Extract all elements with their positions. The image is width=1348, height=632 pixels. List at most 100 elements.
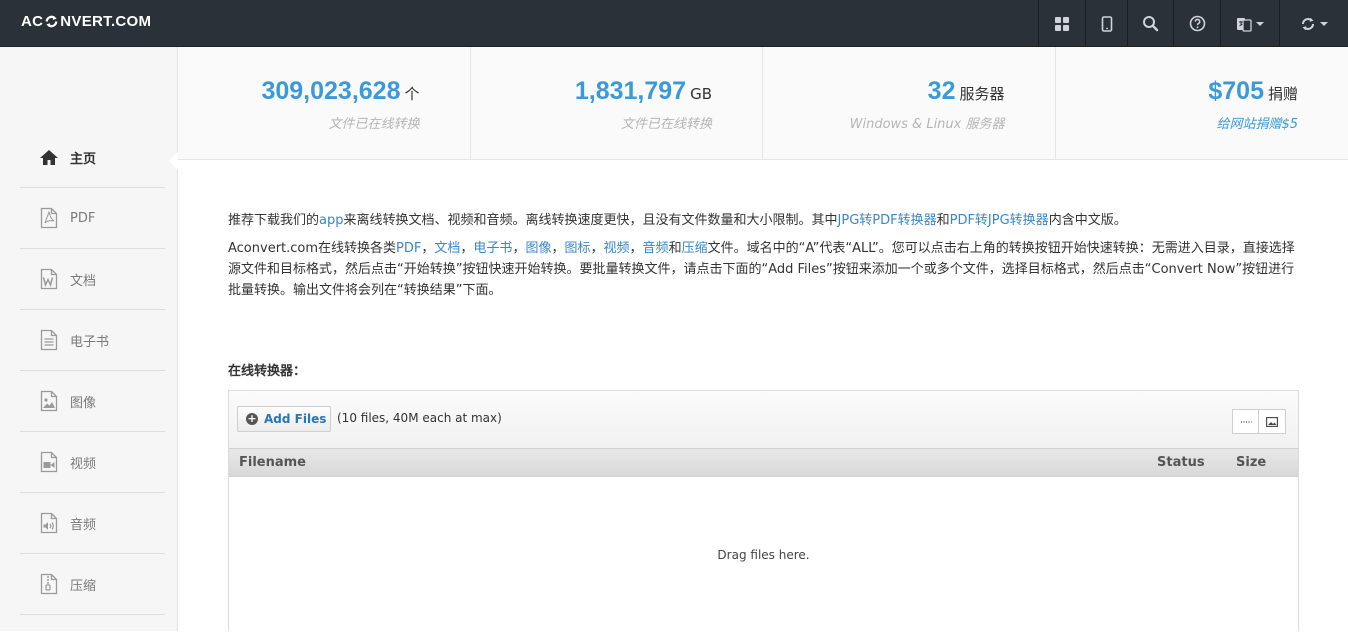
site-logo[interactable]: AC NVERT.COM	[21, 13, 151, 30]
mobile-button[interactable]	[1085, 0, 1127, 47]
mobile-icon	[1101, 16, 1113, 32]
document-icon	[34, 268, 64, 290]
sidebar-item-document[interactable]: 文档	[20, 249, 165, 310]
column-size[interactable]: Size	[1236, 455, 1266, 470]
archive-icon	[34, 573, 64, 595]
stat-caption: 文件已在线转换	[328, 113, 419, 132]
file-uploader: + Add Files (10 files, 40M each at max) …	[228, 390, 1299, 631]
stat-number: $705	[1208, 77, 1264, 106]
image-icon	[34, 390, 64, 412]
text: ，	[591, 241, 604, 256]
search-button[interactable]	[1127, 0, 1173, 47]
ebook-icon	[34, 329, 64, 351]
sidebar-item-video[interactable]: 视频	[20, 432, 165, 493]
apps-button[interactable]	[1038, 0, 1085, 47]
sidebar-item-label: 视频	[70, 453, 96, 472]
donate-link[interactable]: 给网站捐赠$5	[1216, 113, 1298, 132]
stat-caption: 文件已在线转换	[621, 113, 712, 132]
link-pdf[interactable]: PDF	[396, 241, 421, 256]
plus-icon: +	[246, 413, 258, 425]
chevron-down-icon	[1320, 22, 1328, 26]
sidebar-item-label: PDF	[70, 211, 95, 226]
text: ，	[630, 241, 643, 256]
link-icon[interactable]: 图标	[564, 241, 590, 256]
grid-icon	[1054, 16, 1070, 32]
pdf-to-jpg-link[interactable]: PDF转JPG转换器	[950, 213, 1049, 228]
audio-icon	[34, 512, 64, 534]
stat-servers: 32服务器 Windows & Linux 服务器	[763, 47, 1056, 160]
link-audio[interactable]: 音频	[643, 241, 669, 256]
link-video[interactable]: 视频	[604, 241, 630, 256]
column-status[interactable]: Status	[1157, 455, 1205, 470]
uploader-toolbar: + Add Files (10 files, 40M each at max)	[229, 391, 1298, 448]
top-navbar: AC NVERT.COM	[0, 0, 1348, 47]
text: 和	[937, 213, 950, 228]
stat-caption: Windows & Linux 服务器	[850, 113, 1005, 132]
text: Aconvert.com在线转换各类	[228, 241, 396, 256]
sidebar-item-label: 图像	[70, 392, 96, 411]
language-dropdown[interactable]	[1220, 0, 1279, 47]
app-link[interactable]: app	[319, 213, 343, 228]
sidebar-item-pdf[interactable]: PDF	[20, 188, 165, 249]
jpg-to-pdf-link[interactable]: JPG转PDF转换器	[838, 213, 937, 228]
quick-convert-dropdown[interactable]	[1279, 0, 1348, 47]
text: 来离线转换文档、视频和音频。离线转换速度更快，且没有文件数量和大小限制。其中	[344, 213, 838, 228]
add-files-label: Add Files	[264, 412, 326, 426]
text: 推荐下载我们的	[228, 213, 319, 228]
intro-paragraph-usage: Aconvert.com在线转换各类PDF，文档，电子书，图像，图标，视频，音频…	[228, 238, 1300, 301]
file-limit-text: (10 files, 40M each at max)	[337, 411, 502, 425]
sidebar-item-ebook[interactable]: 电子书	[20, 310, 165, 371]
file-table-header: Filename Status Size	[229, 448, 1298, 477]
help-icon	[1189, 15, 1206, 32]
convert-icon	[1300, 16, 1316, 32]
stat-donations: $705捐赠 给网站捐赠$5	[1056, 47, 1348, 160]
help-button[interactable]	[1173, 0, 1220, 47]
thumbnail-view-button[interactable]	[1259, 409, 1286, 434]
link-document[interactable]: 文档	[434, 241, 460, 256]
stat-unit: 个	[404, 83, 419, 104]
column-filename[interactable]: Filename	[239, 455, 306, 470]
drop-hint: Drag files here.	[229, 548, 1298, 562]
stats-bar: 309,023,628个 文件已在线转换 1,831,797GB 文件已在线转换…	[178, 47, 1348, 160]
sidebar-item-label: 文档	[70, 270, 96, 289]
sidebar-item-image[interactable]: 图像	[20, 371, 165, 432]
sidebar-item-home[interactable]: 主页	[20, 127, 165, 188]
link-archive[interactable]: 压缩	[682, 241, 708, 256]
stat-number: 32	[928, 77, 956, 106]
thumbnail-view-icon	[1266, 417, 1278, 427]
sidebar-item-audio[interactable]: 音频	[20, 493, 165, 554]
link-image[interactable]: 图像	[525, 241, 551, 256]
text: ，	[512, 241, 525, 256]
search-icon	[1142, 15, 1159, 32]
sidebar-nav: 主页 PDF 文档 电子书 图像 视频 音频	[0, 47, 178, 631]
stat-unit: GB	[690, 85, 712, 103]
language-icon	[1236, 16, 1252, 32]
sidebar-item-label: 主页	[70, 148, 96, 167]
text: ，	[551, 241, 564, 256]
sidebar-item-label: 音频	[70, 514, 96, 533]
pdf-icon	[34, 207, 64, 229]
link-ebook[interactable]: 电子书	[473, 241, 512, 256]
intro-paragraph-app: 推荐下载我们的app来离线转换文档、视频和音频。离线转换速度更快，且没有文件数量…	[228, 210, 1300, 231]
sidebar-item-archive[interactable]: 压缩	[20, 554, 165, 615]
refresh-logo-icon	[44, 14, 59, 29]
list-view-icon	[1240, 419, 1252, 425]
text: 和	[669, 241, 682, 256]
converter-title: 在线转换器：	[228, 360, 306, 379]
stat-files-converted: 309,023,628个 文件已在线转换	[178, 47, 471, 160]
stat-number: 1,831,797	[575, 77, 686, 106]
stat-unit: 捐赠	[1268, 83, 1298, 104]
logo-text-left: AC	[21, 13, 43, 30]
sidebar-item-label: 电子书	[70, 331, 109, 350]
view-toggle	[1232, 409, 1286, 434]
stat-unit: 服务器	[959, 83, 1004, 104]
logo-text-right: NVERT.COM	[60, 13, 151, 30]
text: ，	[460, 241, 473, 256]
text: ，	[421, 241, 434, 256]
drop-zone[interactable]: Drag files here.	[229, 478, 1298, 632]
list-view-button[interactable]	[1232, 409, 1259, 434]
video-icon	[34, 451, 64, 473]
chevron-down-icon	[1256, 22, 1264, 26]
add-files-button[interactable]: + Add Files	[237, 406, 331, 432]
stat-data-converted: 1,831,797GB 文件已在线转换	[471, 47, 764, 160]
